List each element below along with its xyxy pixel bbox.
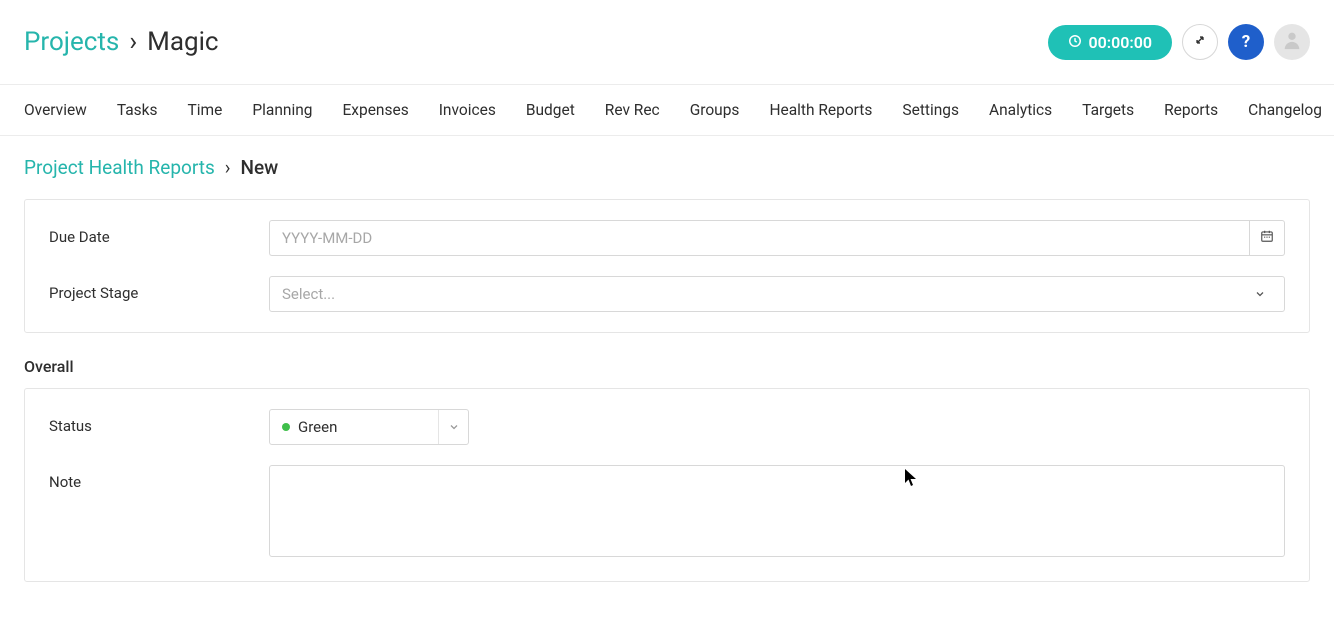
tab-overview[interactable]: Overview: [24, 101, 87, 119]
project-stage-label: Project Stage: [49, 276, 269, 302]
avatar[interactable]: [1274, 24, 1310, 60]
timer-button[interactable]: 00:00:00: [1048, 25, 1172, 60]
tab-targets[interactable]: Targets: [1082, 101, 1134, 119]
status-dot-icon: [282, 423, 290, 431]
chevron-down-icon: [438, 410, 468, 444]
tab-planning[interactable]: Planning: [252, 101, 312, 119]
project-stage-placeholder: Select...: [282, 285, 335, 303]
calendar-icon: [1260, 229, 1274, 247]
tab-reports[interactable]: Reports: [1164, 101, 1218, 119]
note-label: Note: [49, 465, 269, 491]
help-button[interactable]: ?: [1228, 24, 1264, 60]
due-date-label: Due Date: [49, 220, 269, 246]
chevron-right-icon: ›: [225, 156, 231, 179]
expand-button[interactable]: [1182, 24, 1218, 60]
nav-tabs: Overview Tasks Time Planning Expenses In…: [0, 84, 1334, 136]
note-textarea[interactable]: [269, 465, 1285, 557]
overall-panel: Status Green Note: [24, 388, 1310, 582]
status-value: Green: [298, 418, 337, 436]
user-icon: [1281, 29, 1303, 55]
tab-tasks[interactable]: Tasks: [117, 101, 158, 119]
tab-invoices[interactable]: Invoices: [439, 101, 496, 119]
breadcrumb: Projects › Magic: [24, 27, 219, 57]
tab-budget[interactable]: Budget: [526, 101, 575, 119]
project-stage-select[interactable]: Select...: [269, 276, 1285, 312]
tab-analytics[interactable]: Analytics: [989, 101, 1052, 119]
status-label: Status: [49, 409, 269, 435]
status-select[interactable]: Green: [269, 409, 469, 445]
sub-breadcrumb-current: New: [240, 156, 278, 179]
chevron-right-icon: ›: [129, 27, 137, 57]
breadcrumb-root[interactable]: Projects: [24, 27, 119, 57]
sub-breadcrumb-root[interactable]: Project Health Reports: [24, 156, 215, 179]
tab-settings[interactable]: Settings: [902, 101, 959, 119]
calendar-button[interactable]: [1249, 220, 1285, 256]
details-panel: Due Date Project Stage Se: [24, 199, 1310, 333]
sub-breadcrumb: Project Health Reports › New: [0, 136, 1334, 199]
tab-rev-rec[interactable]: Rev Rec: [605, 101, 660, 119]
clock-icon: [1068, 33, 1082, 52]
expand-icon: [1193, 33, 1207, 51]
tab-changelog[interactable]: Changelog: [1248, 101, 1322, 119]
tab-expenses[interactable]: Expenses: [343, 101, 409, 119]
timer-value: 00:00:00: [1088, 33, 1152, 52]
tab-groups[interactable]: Groups: [690, 101, 740, 119]
due-date-input[interactable]: [269, 220, 1249, 256]
overall-title: Overall: [24, 357, 1310, 376]
tab-time[interactable]: Time: [188, 101, 223, 119]
chevron-down-icon: [1248, 288, 1272, 300]
breadcrumb-current: Magic: [147, 27, 218, 57]
help-icon: ?: [1242, 32, 1250, 52]
tab-health-reports[interactable]: Health Reports: [769, 101, 872, 119]
